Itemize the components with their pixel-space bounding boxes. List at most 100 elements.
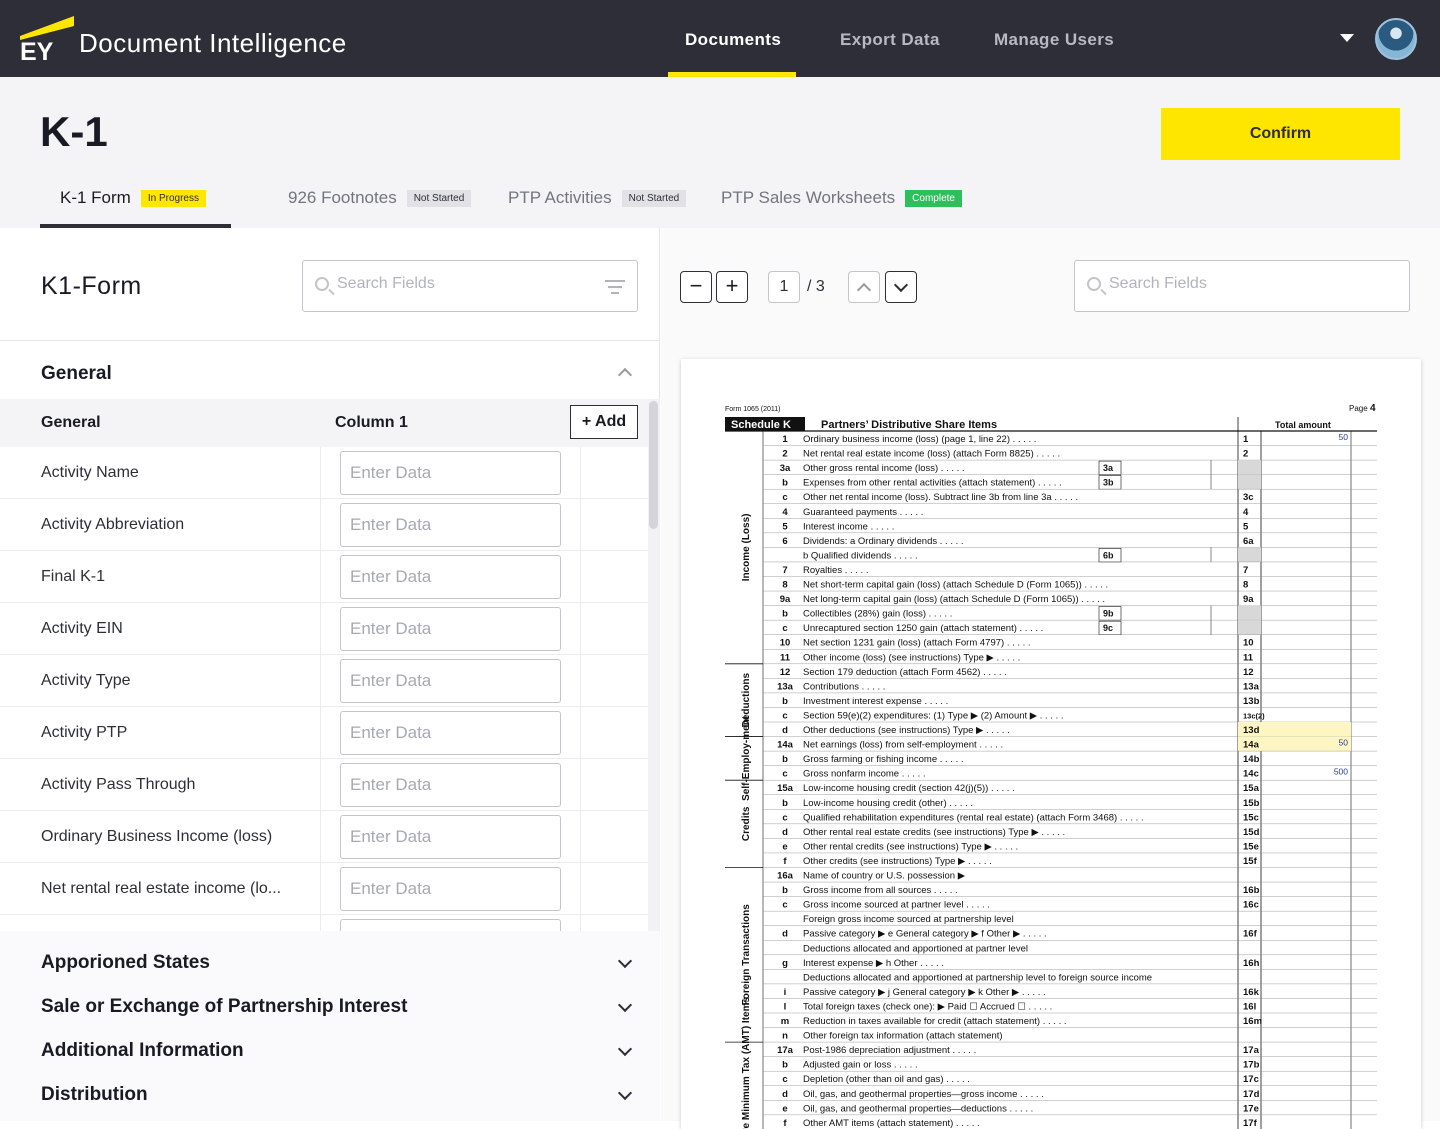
box-label: 13a xyxy=(1243,681,1260,692)
section-title-general[interactable]: General xyxy=(41,363,112,385)
search-input[interactable] xyxy=(1109,275,1349,293)
status-badge: Complete xyxy=(905,190,962,207)
field-input[interactable] xyxy=(340,607,561,651)
box-label: 3c xyxy=(1243,492,1254,503)
line-text: Royalties . . . . . xyxy=(803,565,868,576)
line-number: 3a xyxy=(780,463,791,474)
field-label: Activity Abbreviation xyxy=(41,516,185,533)
tab-ptp-activities[interactable]: PTP Activities Not Started xyxy=(508,188,687,208)
field-label: Net rental real estate income (lo... xyxy=(41,880,282,897)
section-title-sale-or-exchange[interactable]: Sale or Exchange of Partnership Interest xyxy=(41,996,407,1018)
zoom-out-button[interactable]: − xyxy=(680,271,712,303)
page-number: 4 xyxy=(1370,403,1376,414)
add-column-button[interactable]: + Add xyxy=(570,405,638,439)
section-title-apportioned-states[interactable]: Apporioned States xyxy=(41,952,210,974)
page-label: Page xyxy=(1349,404,1368,413)
field-input[interactable] xyxy=(340,659,561,703)
chevron-down-icon[interactable] xyxy=(617,953,633,969)
line-text: Reduction in taxes available for credit … xyxy=(803,1016,1067,1027)
scrollbar-thumb[interactable] xyxy=(649,401,658,529)
line-text: Deductions allocated and apportioned at … xyxy=(803,972,1152,983)
account-dropdown-caret-icon[interactable] xyxy=(1340,34,1354,42)
group-label: Self-Employ-ment xyxy=(741,715,752,801)
group-label: Foreign Transactions xyxy=(741,904,752,1006)
chevron-down-icon[interactable] xyxy=(617,1085,633,1101)
line-number: b xyxy=(782,798,788,809)
field-input[interactable] xyxy=(340,919,561,931)
section-title-distribution[interactable]: Distribution xyxy=(41,1084,148,1106)
line-number: b xyxy=(782,609,788,620)
zoom-in-button[interactable]: + xyxy=(716,271,748,303)
tab-ptp-sales-worksheets[interactable]: PTP Sales Worksheets Complete xyxy=(721,188,962,208)
box-label: 14b xyxy=(1243,754,1260,765)
line-number: 7 xyxy=(782,565,787,576)
search-input[interactable] xyxy=(337,275,577,293)
nav-manage-users[interactable]: Manage Users xyxy=(994,30,1114,50)
field-input[interactable] xyxy=(340,503,561,547)
field-input[interactable] xyxy=(340,711,561,755)
line-number: c xyxy=(782,769,787,780)
chevron-down-icon[interactable] xyxy=(617,997,633,1013)
sub-box-label: 6b xyxy=(1103,550,1114,560)
line-text: Other AMT items (attach statement) . . .… xyxy=(803,1118,980,1129)
box-label: 15e xyxy=(1243,841,1259,852)
box-label: 16b xyxy=(1243,885,1260,896)
filter-icon[interactable] xyxy=(605,280,625,294)
field-input[interactable] xyxy=(340,763,561,807)
box-label: 13c(2) xyxy=(1243,711,1265,720)
field-label: Ordinary Business Income (loss) xyxy=(41,828,273,845)
table-header: General Column 1 + Add xyxy=(0,399,648,447)
box-label: 11 xyxy=(1243,652,1254,663)
field-input[interactable] xyxy=(340,867,561,911)
page-number-input[interactable]: 1 xyxy=(768,271,800,303)
tab-label: PTP Sales Worksheets xyxy=(721,188,896,207)
line-number: b xyxy=(782,885,788,896)
line-text: Adjusted gain or loss . . . . . xyxy=(803,1060,918,1071)
line-number: d xyxy=(782,1089,788,1100)
box-label: 7 xyxy=(1243,565,1248,576)
line-number: 13a xyxy=(777,681,794,692)
tab-926-footnotes[interactable]: 926 Footnotes Not Started xyxy=(288,188,472,208)
line-number: b xyxy=(782,478,788,489)
line-text: Section 179 deduction (attach Form 4562)… xyxy=(803,667,1007,678)
line-text: Qualified rehabilitation expenditures (r… xyxy=(803,812,1144,823)
chevron-up-icon[interactable] xyxy=(617,367,633,383)
group-label: Income (Loss) xyxy=(741,514,752,582)
line-number: 1 xyxy=(782,434,788,445)
field-input[interactable] xyxy=(340,555,561,599)
box-label: 6a xyxy=(1243,536,1254,547)
nav-export-data[interactable]: Export Data xyxy=(840,30,940,50)
field-label: Activity PTP xyxy=(41,724,128,741)
box-label: 15c xyxy=(1243,812,1259,823)
next-page-button[interactable] xyxy=(885,271,917,303)
line-text: Gross nonfarm income . . . . . xyxy=(803,769,925,780)
sub-box-label: 9b xyxy=(1103,609,1114,619)
rows-scrollbar[interactable] xyxy=(648,399,660,931)
previous-page-button[interactable] xyxy=(848,271,880,303)
line-number: 17a xyxy=(777,1045,794,1056)
table-row: Activity PTP xyxy=(0,707,648,759)
user-avatar[interactable] xyxy=(1375,18,1417,60)
section-title-additional-information[interactable]: Additional Information xyxy=(41,1040,244,1062)
line-text: Gross income sourced at partner level . … xyxy=(803,900,990,911)
line-number: c xyxy=(782,900,787,911)
search-icon xyxy=(1087,277,1101,291)
chevron-down-icon[interactable] xyxy=(617,1041,633,1057)
line-number: b xyxy=(782,754,788,765)
line-text: Passive category ▶ e General category ▶ … xyxy=(803,929,1047,940)
confirm-button[interactable]: Confirm xyxy=(1161,108,1400,160)
tab-k1-form[interactable]: K-1 Form In Progress xyxy=(60,188,206,208)
field-input[interactable] xyxy=(340,451,561,495)
table-row: Activity Type xyxy=(0,655,648,707)
line-text: Guaranteed payments . . . . . xyxy=(803,507,923,518)
box-label: 14a xyxy=(1243,740,1260,751)
nav-documents[interactable]: Documents xyxy=(685,30,781,50)
field-input[interactable] xyxy=(340,815,561,859)
line-number: 11 xyxy=(780,652,791,663)
box-label: 17a xyxy=(1243,1045,1260,1056)
line-number: 8 xyxy=(782,580,787,591)
line-text: Oil, gas, and geothermal properties—dedu… xyxy=(803,1103,1033,1114)
line-number: c xyxy=(782,623,787,634)
ey-logo[interactable]: EY xyxy=(18,14,76,62)
line-text: Name of country or U.S. possession ▶ xyxy=(803,871,966,882)
